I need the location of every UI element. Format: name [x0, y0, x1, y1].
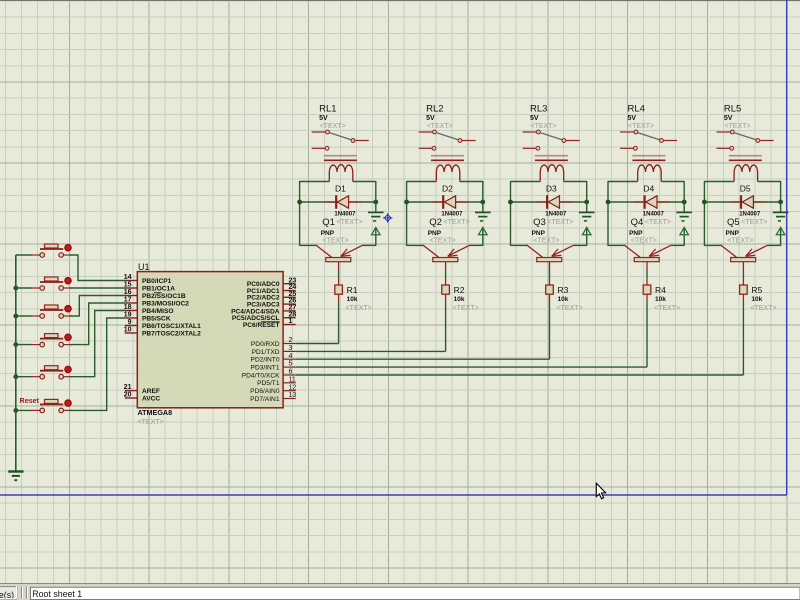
svg-text:10k: 10k [347, 296, 358, 303]
svg-text:11: 11 [289, 376, 296, 383]
svg-text:3: 3 [289, 345, 293, 352]
svg-text:PD5/T1: PD5/T1 [257, 380, 280, 387]
svg-text:PNP: PNP [629, 230, 643, 237]
svg-text:U1: U1 [138, 262, 150, 272]
svg-text:Root sheet 1: Root sheet 1 [32, 589, 82, 599]
svg-text:PNP: PNP [428, 230, 442, 237]
svg-text:PD4/T0/XCK: PD4/T0/XCK [242, 372, 280, 379]
svg-text:RL3: RL3 [530, 104, 547, 115]
svg-text:<TEXT>: <TEXT> [320, 123, 346, 130]
svg-text:<TEXT>: <TEXT> [654, 305, 680, 312]
svg-text:<TEXT>: <TEXT> [628, 123, 654, 130]
svg-text:<TEXT>: <TEXT> [430, 238, 456, 245]
svg-text:PB5/SCK: PB5/SCK [142, 315, 171, 322]
svg-text:PNP: PNP [726, 230, 740, 237]
svg-text:5V: 5V [319, 115, 328, 122]
svg-text:Q1: Q1 [322, 217, 335, 228]
svg-text:<TEXT>: <TEXT> [741, 219, 767, 226]
svg-text:RL2: RL2 [426, 104, 443, 115]
svg-text:<TEXT>: <TEXT> [727, 238, 753, 245]
svg-text:RL5: RL5 [724, 104, 741, 115]
svg-text:<TEXT>: <TEXT> [138, 419, 164, 426]
svg-text:D5: D5 [740, 183, 751, 193]
svg-text:PNP: PNP [532, 230, 546, 237]
svg-text:12: 12 [289, 384, 297, 391]
svg-text:AREF: AREF [142, 388, 160, 395]
svg-text:Q2: Q2 [429, 217, 442, 228]
svg-text:10k: 10k [454, 296, 465, 303]
svg-text:1N4007: 1N4007 [739, 212, 761, 218]
svg-text:R5: R5 [751, 285, 762, 295]
svg-text:<TEXT>: <TEXT> [453, 305, 479, 312]
svg-text:R4: R4 [655, 285, 666, 295]
svg-text:<TEXT>: <TEXT> [557, 305, 583, 312]
svg-text:PB4/MISO: PB4/MISO [142, 308, 174, 315]
svg-text:ATMEGA8: ATMEGA8 [138, 408, 173, 417]
svg-text:<TEXT>: <TEXT> [427, 123, 453, 130]
svg-text:PB3/MOSI/OC2: PB3/MOSI/OC2 [142, 300, 189, 307]
svg-text:10k: 10k [655, 296, 666, 303]
svg-text:R2: R2 [454, 285, 465, 295]
svg-text:20: 20 [124, 392, 132, 399]
svg-text:R1: R1 [347, 285, 358, 295]
svg-text:PD3/INT1: PD3/INT1 [251, 365, 280, 372]
svg-text:<TEXT>: <TEXT> [750, 305, 776, 312]
svg-text:PD7/AIN1: PD7/AIN1 [250, 396, 280, 403]
svg-text:4: 4 [289, 353, 293, 360]
svg-text:5V: 5V [530, 115, 539, 122]
svg-text:<TEXT>: <TEXT> [444, 219, 470, 226]
svg-text:21: 21 [124, 384, 132, 391]
svg-text:D3: D3 [546, 183, 557, 193]
svg-text:5: 5 [289, 361, 293, 368]
svg-text:<TEXT>: <TEXT> [531, 123, 557, 130]
svg-text:<TEXT>: <TEXT> [337, 219, 363, 226]
svg-text:10k: 10k [751, 296, 762, 303]
svg-text:PB1/OC1A: PB1/OC1A [142, 285, 175, 292]
svg-text:Q4: Q4 [631, 217, 644, 228]
svg-text:PB2/SS/OC1B: PB2/SS/OC1B [142, 293, 186, 300]
svg-text:PB6/TOSC1/XTAL1: PB6/TOSC1/XTAL1 [142, 323, 201, 330]
svg-text:6: 6 [289, 369, 293, 376]
svg-text:Q5: Q5 [727, 217, 740, 228]
svg-text:<TEXT>: <TEXT> [547, 219, 573, 226]
svg-text:2: 2 [289, 337, 293, 344]
svg-text:D2: D2 [442, 183, 453, 193]
svg-text:13: 13 [289, 392, 297, 399]
svg-text:RL4: RL4 [628, 104, 645, 115]
svg-text:PB7/TOSC2/XTAL2: PB7/TOSC2/XTAL2 [142, 330, 201, 337]
svg-text:Reset: Reset [20, 396, 40, 405]
svg-text:PC6/RESET: PC6/RESET [243, 322, 280, 329]
svg-text:<TEXT>: <TEXT> [346, 305, 372, 312]
svg-text:PD6/AIN0: PD6/AIN0 [250, 388, 280, 395]
svg-text:1N4007: 1N4007 [643, 212, 665, 218]
svg-text:<TEXT>: <TEXT> [645, 219, 671, 226]
svg-text:R3: R3 [558, 285, 569, 295]
svg-text:AVCC: AVCC [142, 395, 160, 402]
svg-text:1: 1 [289, 318, 293, 325]
svg-text:1N4007: 1N4007 [334, 212, 356, 218]
svg-text:PD0/RXD: PD0/RXD [251, 341, 280, 348]
svg-text:PD2/INT0: PD2/INT0 [251, 357, 280, 364]
svg-text:5V: 5V [724, 115, 733, 122]
svg-text:PD1/TXD: PD1/TXD [252, 349, 280, 356]
svg-text:5V: 5V [628, 115, 637, 122]
svg-text:PB0/ICP1: PB0/ICP1 [142, 278, 172, 285]
svg-text:D1: D1 [335, 183, 346, 193]
svg-text:1N4007: 1N4007 [441, 212, 463, 218]
svg-text:<TEXT>: <TEXT> [724, 123, 750, 130]
svg-text:5V: 5V [426, 115, 435, 122]
svg-text:D4: D4 [643, 183, 654, 193]
svg-text:PNP: PNP [321, 230, 335, 237]
svg-text:<TEXT>: <TEXT> [323, 238, 349, 245]
svg-text:<TEXT>: <TEXT> [533, 238, 559, 245]
svg-text:10: 10 [124, 327, 132, 334]
svg-text:1N4007: 1N4007 [545, 212, 567, 218]
svg-text:9: 9 [128, 319, 132, 326]
svg-text:<TEXT>: <TEXT> [631, 238, 657, 245]
svg-text:10k: 10k [558, 296, 569, 303]
svg-text:RL1: RL1 [319, 104, 336, 115]
svg-text:Q3: Q3 [533, 217, 546, 228]
